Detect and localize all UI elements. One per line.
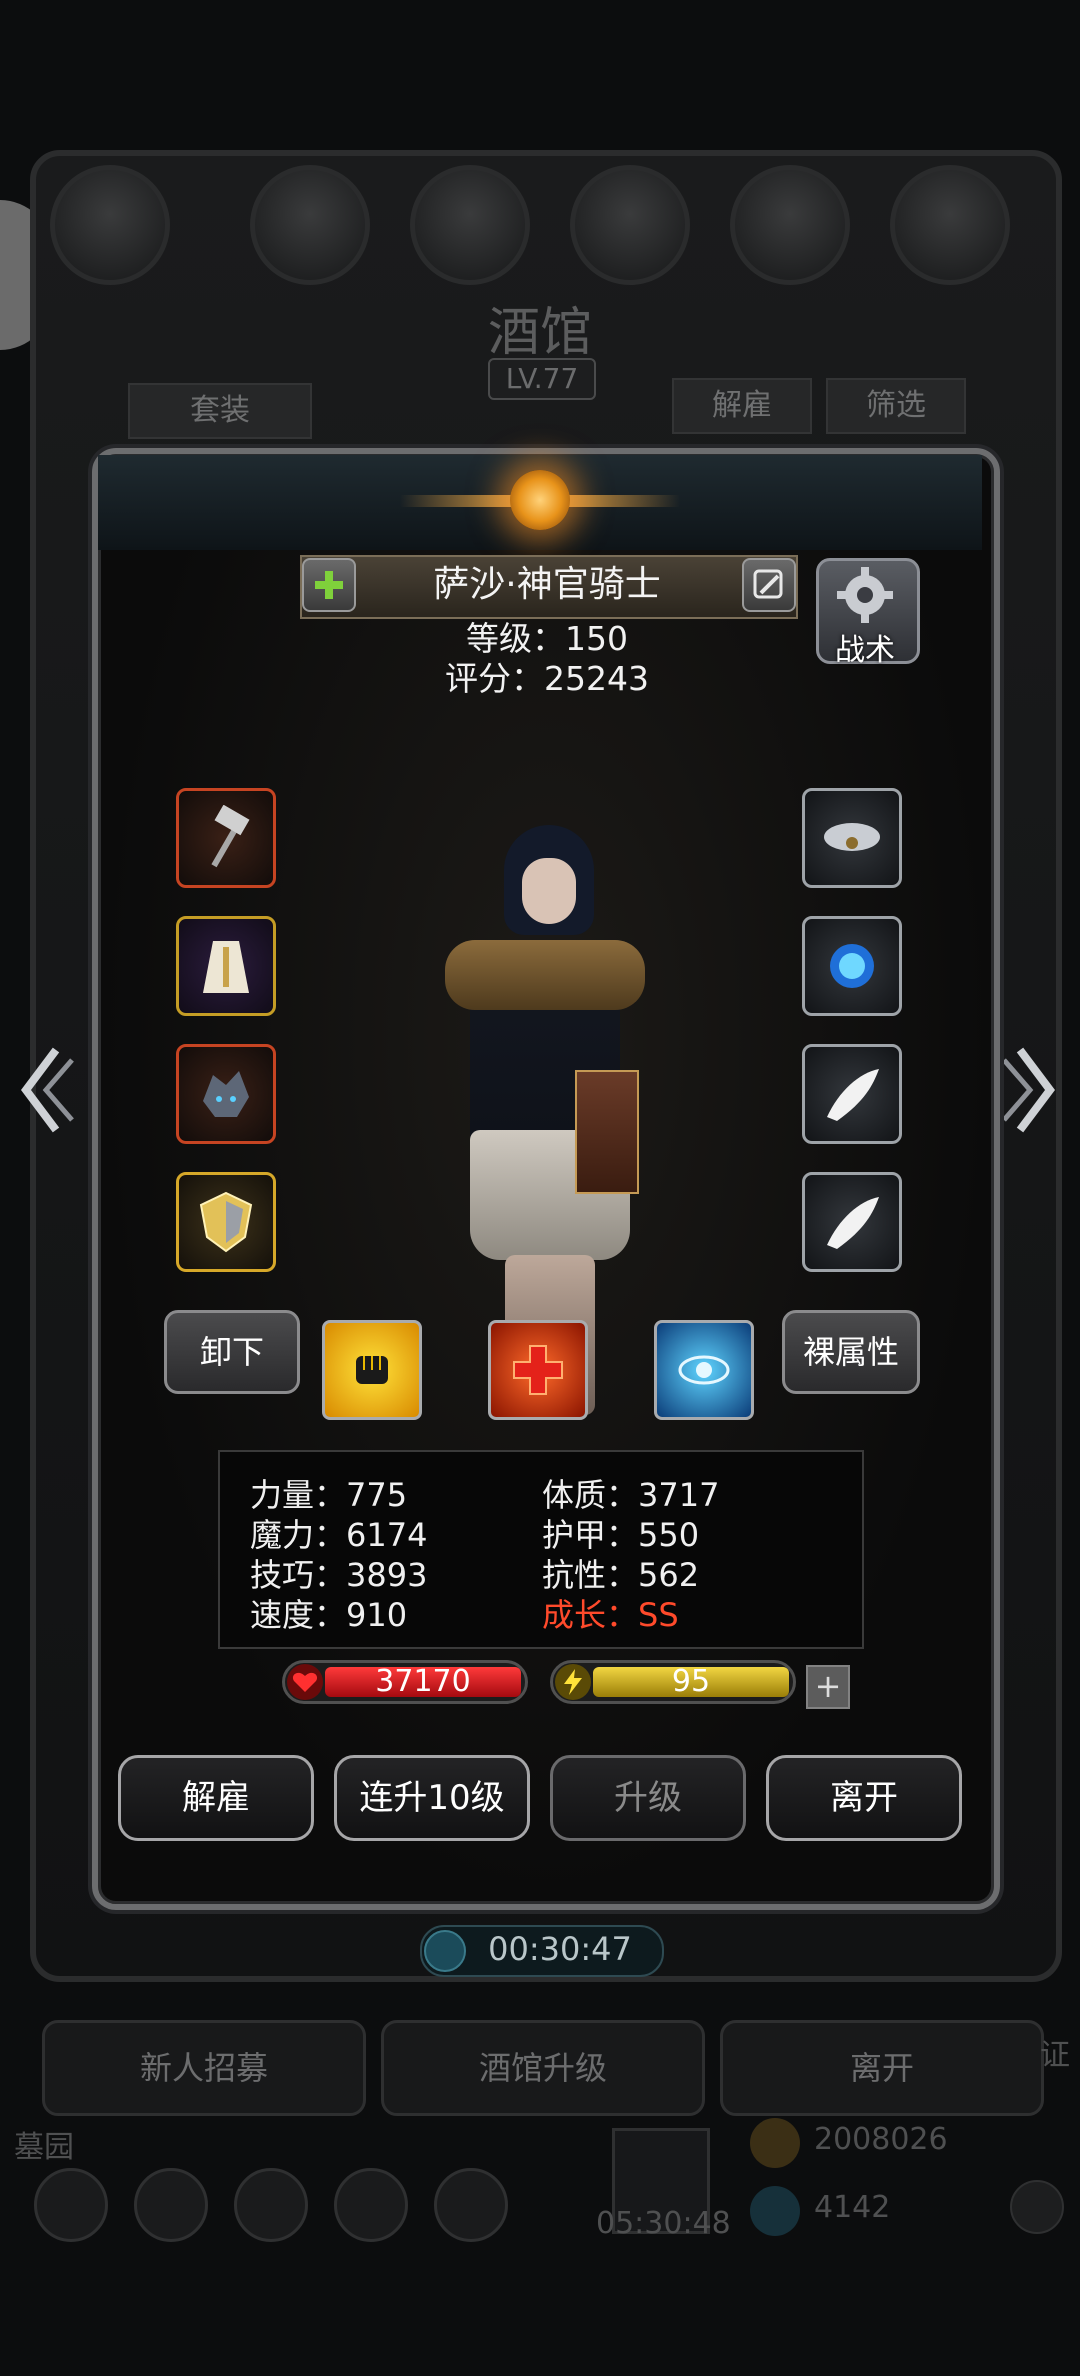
level-up-button[interactable]: 升级 xyxy=(550,1755,746,1841)
gear-icon xyxy=(837,567,893,623)
bottom-menu-icon-2[interactable] xyxy=(134,2168,208,2242)
eye-skill-icon xyxy=(678,1355,730,1385)
cloud-amulet-icon xyxy=(824,823,880,851)
war-hammer-icon xyxy=(211,805,250,868)
tavern-leave-button[interactable]: 离开 xyxy=(720,2020,1044,2116)
hero-portrait-book xyxy=(575,1070,639,1194)
add-currency-icon[interactable] xyxy=(1010,2180,1064,2234)
menu-icon-1 xyxy=(50,165,170,285)
suit-tab[interactable]: 套装 xyxy=(128,383,312,439)
recruit-button[interactable]: 新人招募 xyxy=(42,2020,366,2116)
level-up-10-button[interactable]: 连升10级 xyxy=(334,1755,530,1841)
unequip-button[interactable]: 卸下 xyxy=(164,1310,300,1394)
cemetery-label[interactable]: 墓园 xyxy=(14,2122,74,2166)
next-hero-arrow-icon[interactable] xyxy=(1000,1040,1060,1140)
stat-growth: 成长：SS xyxy=(542,1596,679,1634)
stat-speed: 速度：910 xyxy=(250,1596,408,1634)
rename-button[interactable] xyxy=(742,558,796,612)
energy-bar: 95 xyxy=(550,1660,796,1704)
white-wing-icon xyxy=(827,1069,879,1121)
amulet-slot[interactable] xyxy=(802,788,902,888)
hero-name: 萨沙·神官骑士 xyxy=(433,564,661,605)
refresh-timer: 00:30:47 xyxy=(488,1930,632,1968)
hero-score: 评分：25243 xyxy=(445,659,649,698)
bottom-menu-icon-3[interactable] xyxy=(234,2168,308,2242)
bottom-menu-icon-4[interactable] xyxy=(334,2168,408,2242)
edit-pencil-icon xyxy=(753,569,783,599)
menu-icon-2 xyxy=(250,165,370,285)
wing-slot-2[interactable] xyxy=(802,1172,902,1272)
menu-icon-4 xyxy=(570,165,690,285)
armor-slot[interactable] xyxy=(176,916,276,1016)
hero-emblem-icon xyxy=(510,470,570,530)
menu-icon-3 xyxy=(410,165,530,285)
tavern-title: 酒馆 xyxy=(487,303,592,363)
side-label: 证 xyxy=(1040,2038,1070,2073)
previous-hero-arrow-icon[interactable] xyxy=(16,1040,76,1140)
gem-icon xyxy=(750,2186,800,2236)
red-cross-skill-icon xyxy=(513,1345,563,1395)
orb-slot[interactable] xyxy=(802,916,902,1016)
fist-skill-icon xyxy=(356,1356,388,1384)
gold-amount: 2008026 xyxy=(814,2122,948,2157)
priest-robe-icon xyxy=(203,941,249,993)
golden-shield-icon xyxy=(199,1191,253,1253)
hero-portrait-armor xyxy=(445,940,645,1010)
hp-bar: 37170 xyxy=(282,1660,528,1704)
helmet-slot[interactable] xyxy=(176,1044,276,1144)
blue-orb-icon xyxy=(830,944,874,988)
menu-icon-5 xyxy=(730,165,850,285)
leave-dialog-button[interactable]: 离开 xyxy=(766,1755,962,1841)
shield-slot[interactable] xyxy=(176,1172,276,1272)
bare-attributes-button[interactable]: 裸属性 xyxy=(782,1310,920,1394)
wing-slot-1[interactable] xyxy=(802,1044,902,1144)
filter-tab[interactable]: 筛选 xyxy=(826,378,966,434)
skill-slot-1[interactable] xyxy=(322,1320,422,1420)
add-energy-button[interactable]: + xyxy=(806,1665,850,1709)
white-wing-icon xyxy=(827,1197,879,1249)
hero-portrait-face xyxy=(522,858,576,924)
hp-value: 37170 xyxy=(375,1664,471,1699)
tavern-level: LV.77 xyxy=(488,358,596,400)
bottom-menu-icon-5[interactable] xyxy=(434,2168,508,2242)
bottom-menu-icon-1[interactable] xyxy=(34,2168,108,2242)
gem-amount: 4142 xyxy=(814,2190,891,2225)
menu-icon-6 xyxy=(890,165,1010,285)
skill-slot-3[interactable] xyxy=(654,1320,754,1420)
upgrade-tavern-button[interactable]: 酒馆升级 xyxy=(381,2020,705,2116)
heart-icon xyxy=(287,1664,323,1700)
gift-timer: 05:30:48 xyxy=(596,2206,731,2241)
energy-value: 95 xyxy=(671,1664,711,1699)
tactics-label: 战术 xyxy=(835,633,895,668)
weapon-slot[interactable] xyxy=(176,788,276,888)
dismiss-hero-button[interactable]: 解雇 xyxy=(118,1755,314,1841)
skill-slot-2[interactable] xyxy=(488,1320,588,1420)
dismiss-tab[interactable]: 解雇 xyxy=(672,378,812,434)
gold-coin-icon xyxy=(750,2118,800,2168)
dragon-helm-icon xyxy=(203,1071,249,1117)
lightning-icon xyxy=(555,1664,591,1700)
